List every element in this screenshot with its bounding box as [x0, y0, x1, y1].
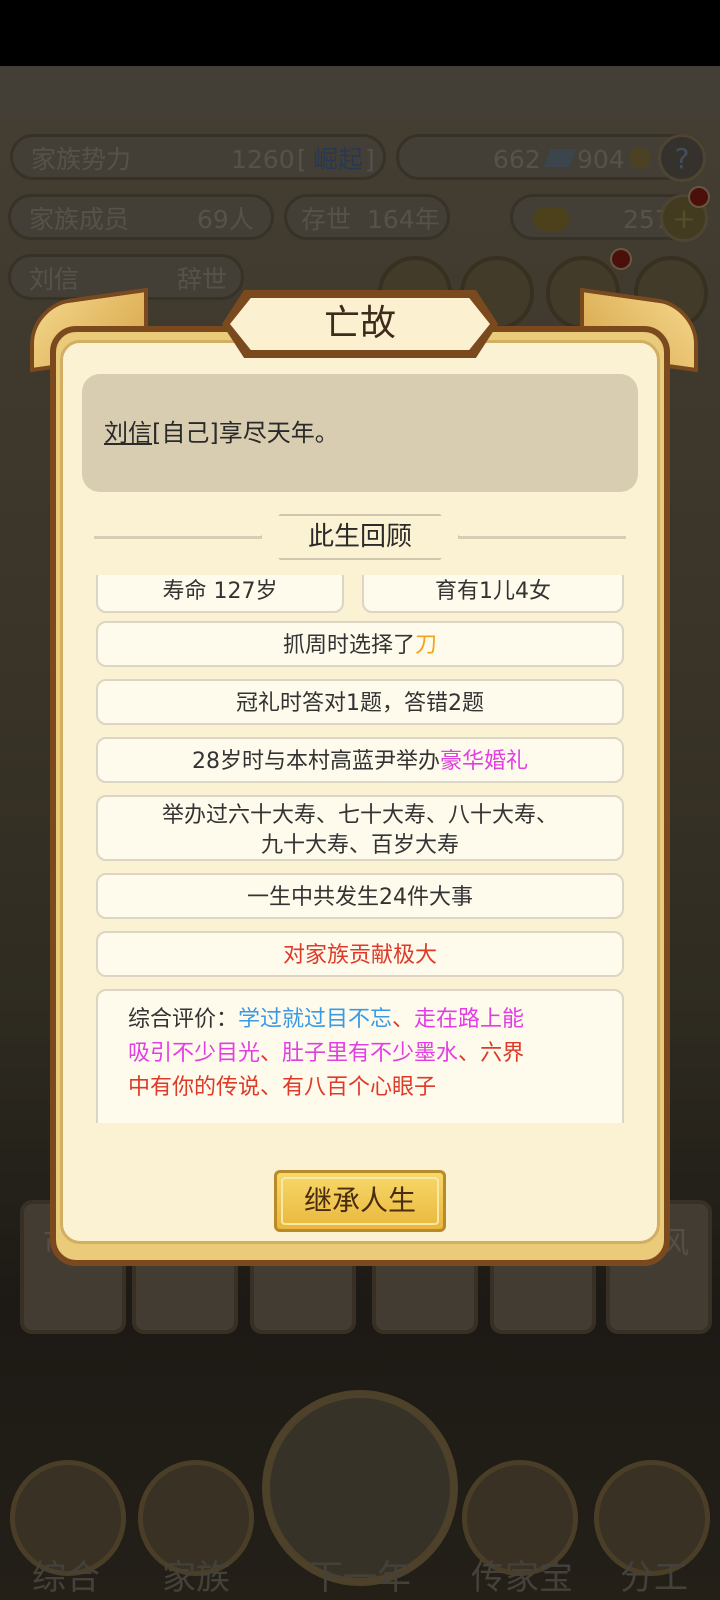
- coming-of-age-card: 冠礼时答对1题，答错2题: [96, 679, 624, 725]
- eval-sep-2: 、: [260, 1041, 283, 1066]
- person-name-link[interactable]: 刘信: [104, 419, 152, 447]
- eval-sep-1: 、: [392, 1007, 415, 1032]
- life-review-list[interactable]: 寿命 127岁 育有1儿4女 抓周时选择了刀 冠礼时答对1题，答错2题 28岁时…: [96, 575, 624, 1123]
- inherit-life-label: 继承人生: [303, 1184, 416, 1217]
- header-divider-right: [458, 536, 626, 539]
- dialog-title-plate: 亡故: [222, 290, 498, 358]
- eval-sep-4: 、: [260, 1075, 283, 1100]
- death-message-text: [自己]享尽天年。: [152, 419, 339, 447]
- zhuazhou-card: 抓周时选择了刀: [96, 621, 624, 667]
- life-review-header: 此生回顾: [94, 514, 626, 560]
- death-message: 刘信[自己]享尽天年。: [82, 374, 638, 492]
- eval-trait-3: 肚子里有不少墨水: [282, 1041, 459, 1066]
- evaluation-label: 综合评价：: [128, 1007, 239, 1032]
- birthdays-card: 举办过六十大寿、七十大寿、八十大寿、 九十大寿、百岁大寿: [96, 795, 624, 861]
- inherit-life-button[interactable]: 继承人生: [274, 1170, 446, 1232]
- eval-trait-1: 学过就过目不忘: [238, 1007, 393, 1032]
- eval-trait-5: 有八百个心眼子: [282, 1075, 437, 1100]
- evaluation-line-2: 吸引不少目光、肚子里有不少墨水、六界: [128, 1037, 592, 1071]
- children-card: 育有1儿4女: [362, 575, 624, 613]
- zhuazhou-text: 抓周时选择了: [282, 633, 415, 658]
- zhuazhou-item: 刀: [415, 633, 438, 658]
- wedding-text: 28岁时与本村高蓝尹举办: [191, 749, 440, 774]
- birthdays-line-2: 九十大寿、百岁大寿: [260, 833, 459, 858]
- birthdays-line-1: 举办过六十大寿、七十大寿、八十大寿、: [161, 803, 558, 828]
- evaluation-line-1: 综合评价：学过就过目不忘、走在路上能: [128, 1003, 592, 1037]
- header-divider-left: [94, 536, 262, 539]
- evaluation-card: 综合评价：学过就过目不忘、走在路上能 吸引不少目光、肚子里有不少墨水、六界 中有…: [96, 989, 624, 1123]
- eval-trait-4b: 中有你的传说: [128, 1075, 261, 1100]
- evaluation-line-3: 中有你的传说、有八百个心眼子: [128, 1071, 592, 1105]
- status-bar: [0, 0, 720, 66]
- wedding-card: 28岁时与本村高蓝尹举办豪华婚礼: [96, 737, 624, 783]
- events-card: 一生中共发生24件大事: [96, 873, 624, 919]
- wedding-type: 豪华婚礼: [439, 749, 528, 774]
- dialog-title: 亡故: [323, 303, 396, 344]
- eval-trait-2b: 吸引不少目光: [128, 1041, 261, 1066]
- eval-sep-3: 、: [458, 1041, 481, 1066]
- lifespan-card: 寿命 127岁: [96, 575, 344, 613]
- life-review-title: 此生回顾: [260, 514, 460, 560]
- eval-trait-4a: 六界: [480, 1041, 525, 1066]
- contribution-card: 对家族贡献极大: [96, 931, 624, 977]
- eval-trait-2a: 走在路上能: [414, 1007, 525, 1032]
